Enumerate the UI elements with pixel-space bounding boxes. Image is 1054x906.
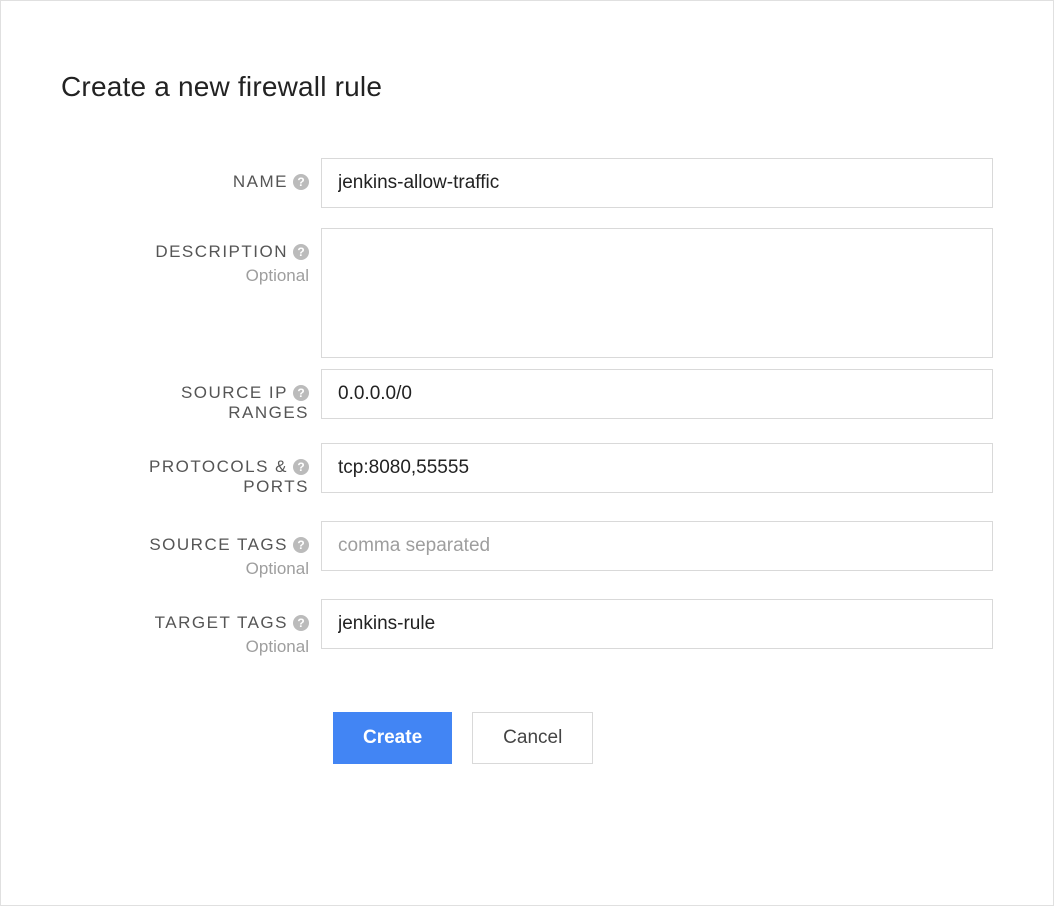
target-tags-input[interactable]: [321, 599, 993, 649]
label-col-target-tags: TARGET TAGS ? Optional: [61, 599, 321, 657]
optional-label: Optional: [61, 559, 309, 579]
help-icon[interactable]: ?: [293, 385, 309, 401]
name-label: NAME: [233, 172, 288, 192]
label-col-protocols: PROTOCOLS & ? PORTS: [61, 443, 321, 497]
row-description: DESCRIPTION ? Optional: [61, 228, 993, 363]
source-tags-input[interactable]: [321, 521, 993, 571]
label-col-description: DESCRIPTION ? Optional: [61, 228, 321, 286]
description-label: DESCRIPTION: [155, 242, 288, 262]
source-ip-label-line2: RANGES: [228, 403, 309, 423]
source-ip-input[interactable]: [321, 369, 993, 419]
row-source-ip: SOURCE IP ? RANGES: [61, 369, 993, 423]
row-source-tags: SOURCE TAGS ? Optional: [61, 521, 993, 579]
help-icon[interactable]: ?: [293, 459, 309, 475]
source-tags-label: SOURCE TAGS: [149, 535, 288, 555]
label-col-source-tags: SOURCE TAGS ? Optional: [61, 521, 321, 579]
protocols-label-line1: PROTOCOLS &: [149, 457, 288, 477]
help-icon[interactable]: ?: [293, 537, 309, 553]
create-button[interactable]: Create: [333, 712, 452, 764]
button-row: Create Cancel: [333, 712, 993, 764]
optional-label: Optional: [61, 266, 309, 286]
description-input[interactable]: [321, 228, 993, 358]
name-input[interactable]: [321, 158, 993, 208]
protocols-input[interactable]: [321, 443, 993, 493]
help-icon[interactable]: ?: [293, 615, 309, 631]
help-icon[interactable]: ?: [293, 244, 309, 260]
target-tags-label: TARGET TAGS: [155, 613, 288, 633]
page-title: Create a new firewall rule: [61, 71, 993, 103]
help-icon[interactable]: ?: [293, 174, 309, 190]
row-name: NAME ?: [61, 158, 993, 208]
label-col-source-ip: SOURCE IP ? RANGES: [61, 369, 321, 423]
cancel-button[interactable]: Cancel: [472, 712, 593, 764]
protocols-label-line2: PORTS: [243, 477, 309, 497]
optional-label: Optional: [61, 637, 309, 657]
source-ip-label-line1: SOURCE IP: [181, 383, 288, 403]
firewall-form-container: Create a new firewall rule NAME ? DESCRI…: [0, 0, 1054, 906]
row-target-tags: TARGET TAGS ? Optional: [61, 599, 993, 657]
row-protocols: PROTOCOLS & ? PORTS: [61, 443, 993, 497]
label-col-name: NAME ?: [61, 158, 321, 192]
